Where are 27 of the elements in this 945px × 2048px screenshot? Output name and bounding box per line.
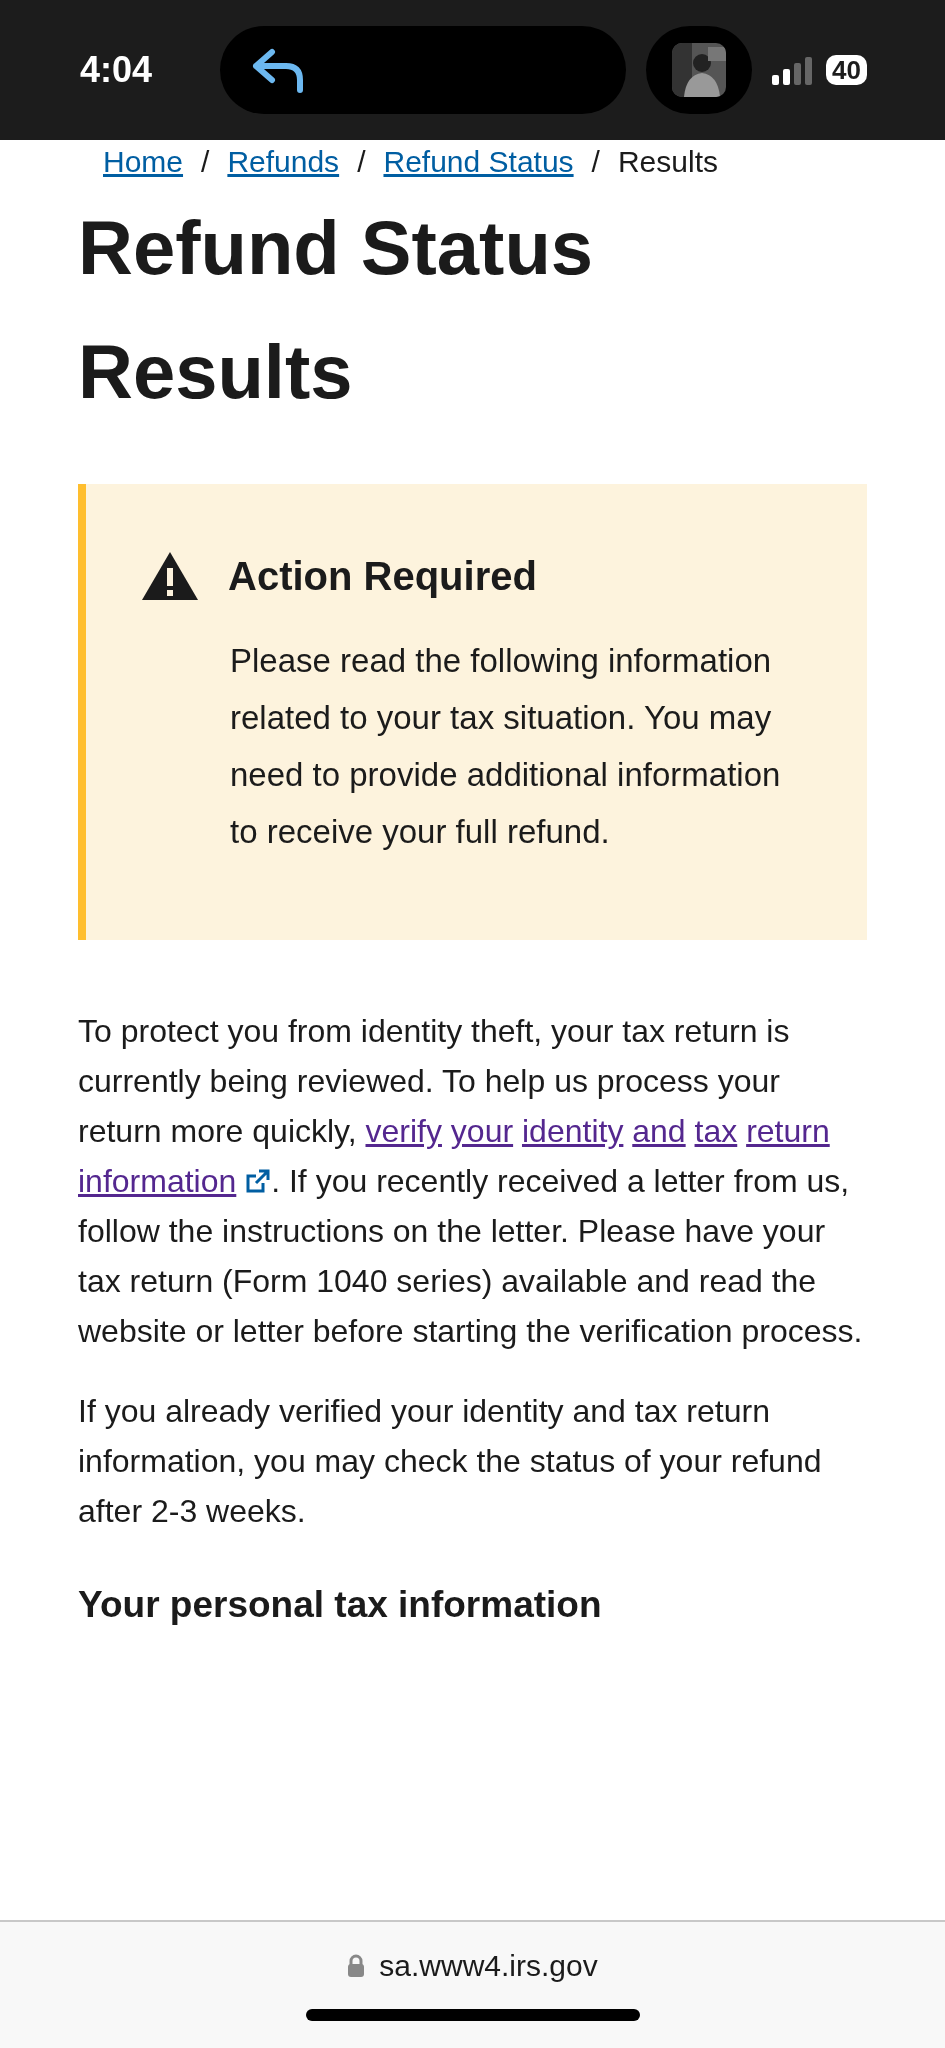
breadcrumb-link[interactable]: Refunds xyxy=(227,144,340,180)
info-paragraph: If you already verified your identity and tax return information, you may check the status of your refund after 2-3 weeks. xyxy=(78,1392,823,1531)
identity-verification-link[interactable]: identity xyxy=(522,1113,624,1149)
identity-verification-link[interactable]: tax xyxy=(694,1113,738,1149)
alert-message: Please read the following information related to your tax situation. You may need to provide additional information to receive your full refund. xyxy=(230,641,782,852)
breadcrumb-separator: / xyxy=(357,144,366,180)
identity-verification-link[interactable]: return xyxy=(746,1113,830,1149)
identity-verification-link[interactable]: verify xyxy=(365,1113,442,1149)
breadcrumb-link[interactable]: Home xyxy=(103,144,184,180)
breadcrumb-separator: / xyxy=(591,144,600,180)
identity-verification-link[interactable]: and xyxy=(632,1113,686,1149)
section-heading: Your personal tax information xyxy=(78,1584,603,1626)
breadcrumb-current: Results xyxy=(617,144,718,180)
info-paragraph: To protect you from identity theft, your tax return is currently being reviewed. To help us process your return more quickly, verify your identity and tax return information . If you recently received a letter from us, follow the instructions on the letter. Please have your tax return (Form 1040 series) available and read the website or letter before starting the verification process. xyxy=(78,1012,864,1351)
external-link-icon xyxy=(245,1168,272,1194)
warning-icon xyxy=(140,550,200,602)
identity-verification-link[interactable]: information xyxy=(78,1163,237,1199)
url-text[interactable]: sa.www4.irs.gov xyxy=(379,1949,598,1983)
breadcrumb-separator: / xyxy=(201,144,210,180)
alert-title: Action Required xyxy=(228,553,537,599)
lock-icon xyxy=(347,1954,366,1978)
clock-time: 4:04 xyxy=(80,49,154,91)
reply-arrow-icon xyxy=(250,46,306,94)
battery-level: 40 xyxy=(826,55,867,85)
page-title: Refund Status Results xyxy=(78,204,595,416)
identity-verification-link[interactable]: your xyxy=(450,1113,514,1149)
breadcrumb-link[interactable]: Refund Status xyxy=(383,144,574,180)
